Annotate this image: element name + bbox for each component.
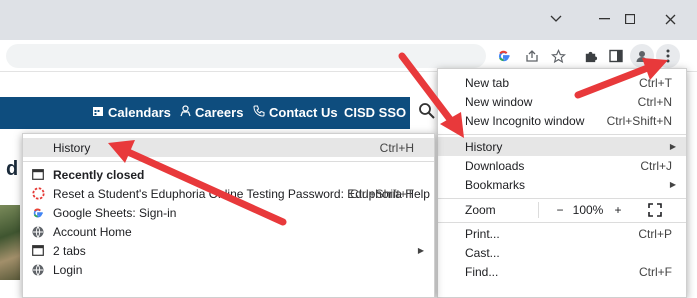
eduphoria-icon <box>31 187 45 201</box>
recently-closed-item[interactable]: Account Home <box>23 222 434 241</box>
kebab-menu-icon[interactable] <box>656 44 680 68</box>
nav-calendars[interactable]: Calendars <box>92 105 171 120</box>
recently-closed-item[interactable]: Google Sheets: Sign-in <box>23 203 434 222</box>
menu-downloads[interactable]: Downloads Ctrl+J <box>438 156 686 175</box>
recently-closed-item[interactable]: Reset a Student's Eduphoria Online Testi… <box>23 184 434 203</box>
share-icon[interactable] <box>520 44 544 68</box>
site-nav-bar: Calendars Careers Contact Us CISD SSO <box>0 97 410 129</box>
phone-icon <box>253 105 265 120</box>
menu-print[interactable]: Print... Ctrl+P <box>438 224 686 243</box>
zoom-in-button[interactable]: + <box>606 203 630 217</box>
bookmark-star-icon[interactable] <box>546 44 570 68</box>
maximize-icon[interactable] <box>610 8 650 30</box>
chevron-down-icon[interactable] <box>536 8 576 30</box>
menu-new-incognito-window[interactable]: New Incognito window Ctrl+Shift+N <box>438 111 686 130</box>
fullscreen-icon[interactable] <box>648 202 662 217</box>
submenu-arrow-icon: ▶ <box>417 246 424 255</box>
nav-label: Contact Us <box>269 105 338 120</box>
browser-title-bar <box>0 0 697 40</box>
nav-cisd-sso[interactable]: CISD SSO <box>344 105 406 120</box>
submenu-arrow-icon: ▶ <box>669 142 676 151</box>
page-photo <box>0 205 20 280</box>
menu-divider <box>438 222 686 223</box>
nav-label: Careers <box>195 105 244 120</box>
recently-closed-item[interactable]: 2 tabs ▶ <box>23 241 434 260</box>
submenu-history[interactable]: History Ctrl+H <box>23 138 434 157</box>
nav-label: Calendars <box>108 105 171 120</box>
close-icon[interactable] <box>650 8 690 30</box>
google-icon <box>31 206 45 220</box>
menu-new-tab[interactable]: New tab Ctrl+T <box>438 73 686 92</box>
address-bar[interactable] <box>6 44 486 68</box>
google-icon[interactable] <box>492 44 516 68</box>
globe-icon <box>31 263 45 277</box>
profile-icon[interactable] <box>630 44 654 68</box>
menu-divider <box>438 134 686 135</box>
menu-history[interactable]: History ▶ <box>438 137 686 156</box>
globe-icon <box>31 225 45 239</box>
menu-bookmarks[interactable]: Bookmarks ▶ <box>438 175 686 194</box>
menu-zoom-row: Zoom − 100% + <box>438 200 686 219</box>
nav-label: CISD SSO <box>344 105 407 120</box>
recently-closed-item[interactable]: Login <box>23 260 434 279</box>
recently-closed-header: Recently closed <box>23 165 434 184</box>
menu-new-window[interactable]: New window Ctrl+N <box>438 92 686 111</box>
menu-divider <box>438 198 686 199</box>
menu-cast[interactable]: Cast... <box>438 243 686 262</box>
history-submenu: History Ctrl+H Recently closed Reset a S… <box>22 133 435 298</box>
menu-divider <box>23 161 434 162</box>
zoom-divider <box>538 202 539 218</box>
person-icon <box>180 105 191 120</box>
extensions-puzzle-icon[interactable] <box>578 44 602 68</box>
chrome-main-menu: New tab Ctrl+T New window Ctrl+N New Inc… <box>437 68 687 298</box>
window-icon <box>31 168 45 182</box>
submenu-arrow-icon: ▶ <box>669 180 676 189</box>
menu-find[interactable]: Find... Ctrl+F <box>438 262 686 281</box>
window-icon <box>31 244 45 258</box>
nav-careers[interactable]: Careers <box>180 105 243 120</box>
side-panel-icon[interactable] <box>604 44 628 68</box>
calendar-icon <box>92 105 104 120</box>
page-heading-fragment: d <box>6 158 19 180</box>
nav-contact-us[interactable]: Contact Us <box>253 105 338 120</box>
zoom-level: 100% <box>572 202 604 217</box>
